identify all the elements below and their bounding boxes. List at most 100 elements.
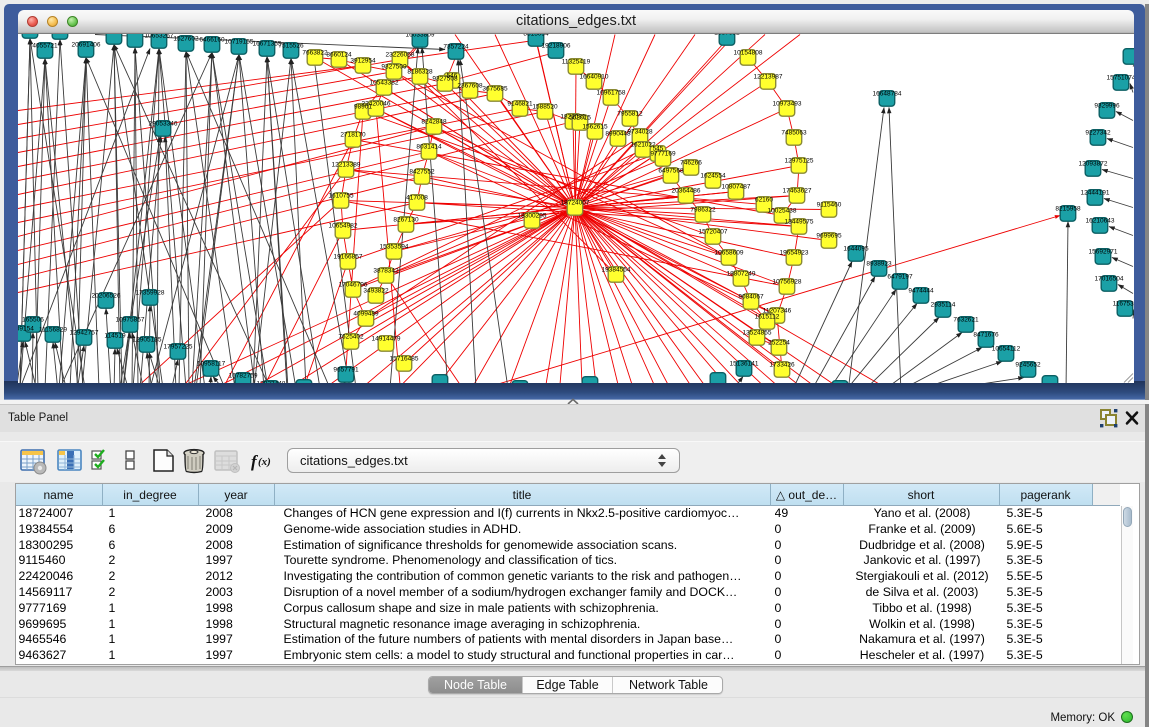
svg-text:10973493: 10973493 xyxy=(773,100,802,107)
svg-text:15716485: 15716485 xyxy=(390,355,419,362)
svg-text:9115460: 9115460 xyxy=(817,201,842,208)
svg-text:7625402: 7625402 xyxy=(338,333,364,340)
svg-text:1527602: 1527602 xyxy=(173,35,199,42)
svg-text:746266: 746266 xyxy=(680,159,702,166)
svg-text:939154: 939154 xyxy=(18,325,34,332)
svg-text:18300295: 18300295 xyxy=(518,212,547,219)
svg-text:1733426: 1733426 xyxy=(769,361,795,368)
svg-text:1624554: 1624554 xyxy=(700,172,726,179)
svg-text:9734028: 9734028 xyxy=(627,128,653,135)
svg-text:29053346: 29053346 xyxy=(149,120,178,127)
svg-text:23226058: 23226058 xyxy=(386,51,415,58)
svg-text:19166857: 19166857 xyxy=(334,253,363,260)
svg-text:9474444: 9474444 xyxy=(908,287,934,294)
svg-text:10025438: 10025438 xyxy=(768,207,797,214)
svg-text:(x): (x) xyxy=(258,456,271,468)
svg-text:10958117: 10958117 xyxy=(197,360,226,367)
svg-text:6466160: 6466160 xyxy=(199,36,225,43)
svg-text:20364486: 20364486 xyxy=(672,187,701,194)
svg-text:7357224: 7357224 xyxy=(443,43,469,50)
svg-text:10719155: 10719155 xyxy=(225,38,254,45)
svg-text:1562615: 1562615 xyxy=(582,123,608,130)
svg-text:12975125: 12975125 xyxy=(785,157,814,164)
svg-text:2718170: 2718170 xyxy=(340,131,366,138)
svg-text:10658609: 10658609 xyxy=(715,249,744,256)
svg-text:10543382: 10543382 xyxy=(370,79,399,86)
svg-text:1644095: 1644095 xyxy=(843,245,869,252)
svg-text:10654982: 10654982 xyxy=(329,222,358,229)
svg-text:8267130: 8267130 xyxy=(393,216,419,223)
svg-text:12213389: 12213389 xyxy=(332,161,361,168)
svg-text:17016504: 17016504 xyxy=(1095,275,1124,282)
svg-text:10154808: 10154808 xyxy=(734,49,763,56)
svg-text:6479197: 6479197 xyxy=(887,273,913,280)
svg-text:16640910: 16640910 xyxy=(580,73,609,80)
svg-text:9327509: 9327509 xyxy=(381,63,407,70)
svg-text:15692971: 15692971 xyxy=(1089,248,1118,255)
svg-text:12093872: 12093872 xyxy=(1079,160,1108,167)
svg-text:114519: 114519 xyxy=(104,332,126,339)
svg-text:10807487: 10807487 xyxy=(722,183,751,190)
svg-text:7986322: 7986322 xyxy=(690,206,716,213)
svg-text:62160: 62160 xyxy=(755,196,773,203)
svg-text:8215958: 8215958 xyxy=(1055,205,1081,212)
svg-text:1610755: 1610755 xyxy=(328,192,354,199)
svg-text:8242848: 8242848 xyxy=(421,118,447,125)
svg-text:11325419: 11325419 xyxy=(562,58,591,65)
svg-text:20206526: 20206526 xyxy=(92,292,121,299)
svg-text:19384554: 19384554 xyxy=(602,266,631,273)
svg-text:7485063: 7485063 xyxy=(781,129,807,136)
svg-text:1615112: 1615112 xyxy=(755,313,780,320)
svg-text:22420046: 22420046 xyxy=(362,100,391,107)
svg-text:2367608: 2367608 xyxy=(457,82,483,89)
svg-text:8186328: 8186328 xyxy=(407,68,433,75)
svg-text:1588520: 1588520 xyxy=(532,103,558,110)
svg-text:8031414: 8031414 xyxy=(416,143,442,150)
svg-text:16961758: 16961758 xyxy=(597,89,626,96)
svg-text:7632621: 7632621 xyxy=(953,316,979,323)
svg-text:14914479: 14914479 xyxy=(372,335,401,342)
svg-text:9329996: 9329996 xyxy=(1094,102,1120,109)
svg-text:15353594: 15353594 xyxy=(380,243,409,250)
svg-text:12905135: 12905135 xyxy=(133,336,162,343)
svg-text:3675685: 3675685 xyxy=(482,85,508,92)
svg-text:10654112: 10654112 xyxy=(992,345,1021,352)
svg-text:4099489: 4099489 xyxy=(353,310,379,317)
svg-text:12923448: 12923448 xyxy=(257,380,286,383)
svg-text:9146821: 9146821 xyxy=(507,100,533,107)
svg-text:7515526: 7515526 xyxy=(278,42,304,49)
svg-text:16648784: 16648784 xyxy=(873,90,902,97)
svg-text:16782759: 16782759 xyxy=(229,372,258,379)
svg-text:3493822: 3493822 xyxy=(363,287,389,294)
svg-text:11156829: 11156829 xyxy=(39,326,67,333)
svg-text:8427552: 8427552 xyxy=(409,168,435,175)
svg-text:9084067: 9084067 xyxy=(738,293,764,300)
svg-text:252254: 252254 xyxy=(768,339,790,346)
svg-text:19218906: 19218906 xyxy=(542,42,571,49)
svg-text:9327508: 9327508 xyxy=(432,75,458,82)
svg-text:15720407: 15720407 xyxy=(699,228,728,235)
svg-text:10756928: 10756928 xyxy=(773,278,802,285)
svg-text:18724007: 18724007 xyxy=(561,199,590,206)
svg-text:6497568: 6497568 xyxy=(658,167,684,174)
svg-text:9777169: 9777169 xyxy=(650,150,676,157)
svg-text:1167533: 1167533 xyxy=(1113,300,1134,307)
svg-text:8660124: 8660124 xyxy=(326,51,352,58)
svg-text:15136141: 15136141 xyxy=(730,360,759,367)
svg-text:19654923: 19654923 xyxy=(780,249,809,256)
svg-text:10975857: 10975857 xyxy=(116,316,145,323)
svg-text:10653267: 10653267 xyxy=(145,34,174,39)
svg-text:562015: 562015 xyxy=(569,114,591,121)
svg-text:2935114: 2935114 xyxy=(931,301,956,308)
svg-text:7663822: 7663822 xyxy=(302,49,328,56)
svg-text:8938923: 8938923 xyxy=(866,260,892,267)
svg-text:417008: 417008 xyxy=(406,194,428,201)
svg-text:9657791: 9657791 xyxy=(333,366,359,373)
svg-text:17463627: 17463627 xyxy=(783,187,812,194)
svg-text:8471676: 8471676 xyxy=(973,331,999,338)
svg-text:12942757: 12942757 xyxy=(70,329,99,336)
svg-text:13524855: 13524855 xyxy=(743,329,772,336)
svg-text:20691406: 20691406 xyxy=(72,41,101,48)
svg-text:9699695: 9699695 xyxy=(816,232,842,239)
svg-text:15751074: 15751074 xyxy=(1107,74,1134,81)
